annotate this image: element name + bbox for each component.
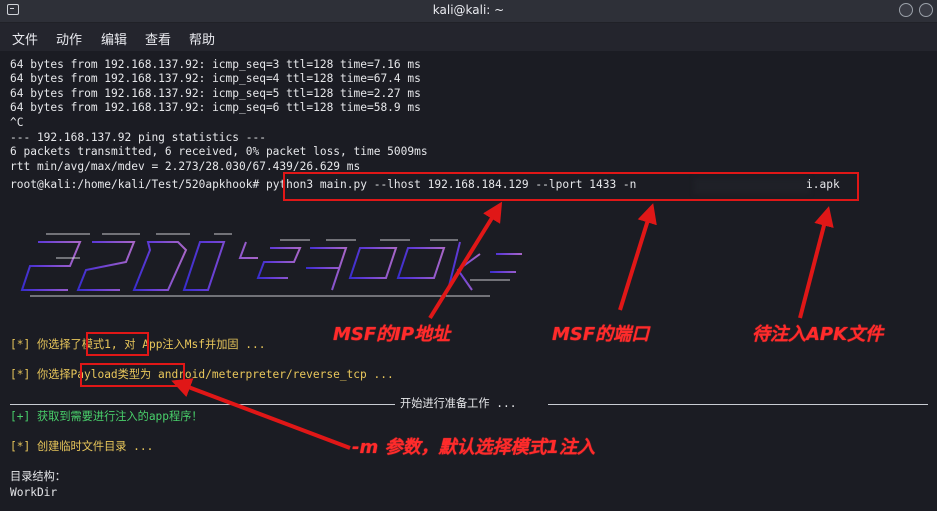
- arrow-m-param: [171, 378, 351, 450]
- annotation-m-param: -m 参数，默认选择模式1注入: [352, 437, 596, 458]
- annotation-msf-port: MSF的端口: [552, 324, 650, 345]
- arrow-msf-port: [618, 203, 657, 311]
- annotation-msf-ip: MSF的IP地址: [333, 324, 451, 345]
- arrow-apk-file: [798, 206, 834, 319]
- annotation-apk-file: 待注入APK文件: [752, 324, 884, 345]
- arrow-msf-ip: [428, 201, 503, 320]
